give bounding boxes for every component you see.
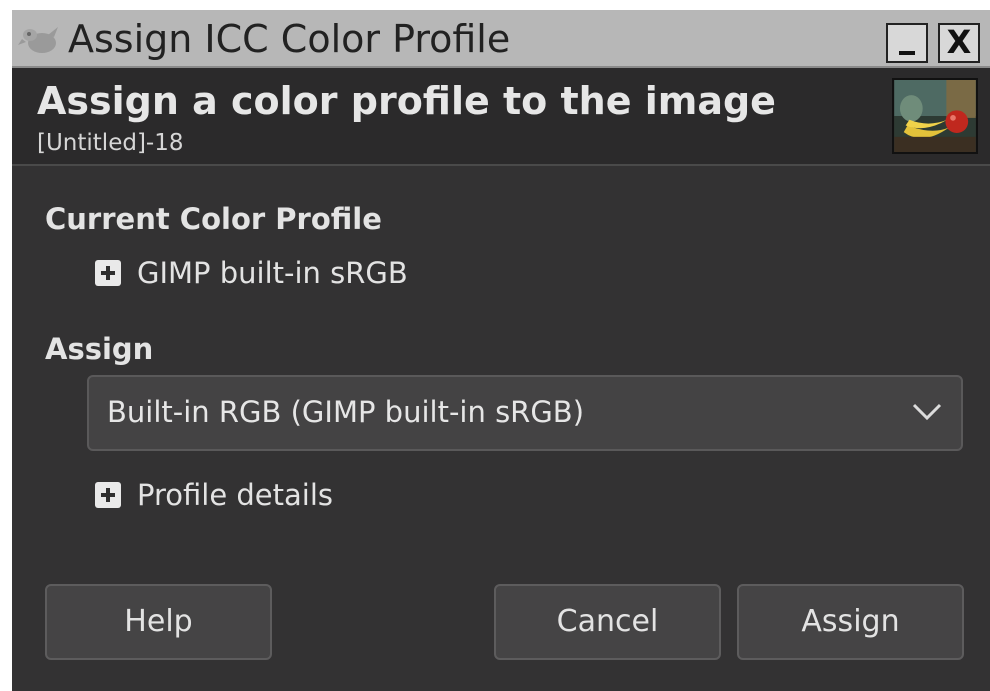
profile-details-label: Profile details — [137, 478, 334, 512]
assign-icc-profile-dialog: Assign ICC Color Profile X Assign a colo… — [12, 10, 990, 691]
profile-select-value: Built-in RGB (GIMP built-in sRGB) — [107, 395, 585, 429]
cancel-button[interactable]: Cancel — [494, 584, 721, 660]
close-button[interactable]: X — [938, 23, 980, 63]
expander-plus-icon — [95, 260, 121, 286]
image-thumbnail — [892, 78, 978, 154]
minimize-icon — [899, 51, 915, 55]
minimize-button[interactable] — [886, 23, 928, 63]
header-title: Assign a color profile to the image — [37, 79, 776, 123]
help-button[interactable]: Help — [45, 584, 272, 660]
chevron-down-icon — [912, 403, 942, 421]
assign-label: Assign — [45, 332, 154, 366]
profile-details-expander[interactable]: Profile details — [95, 478, 333, 512]
current-profile-expander[interactable]: GIMP built-in sRGB — [95, 256, 408, 290]
current-profile-name: GIMP built-in sRGB — [137, 256, 408, 290]
profile-select[interactable]: Built-in RGB (GIMP built-in sRGB) — [87, 375, 963, 451]
dialog-header: Assign a color profile to the image [Unt… — [12, 68, 990, 166]
gimp-wilber-icon — [18, 27, 58, 53]
expander-plus-icon — [95, 482, 121, 508]
window-title: Assign ICC Color Profile — [68, 17, 511, 61]
window-titlebar[interactable]: Assign ICC Color Profile X — [12, 10, 990, 68]
current-profile-label: Current Color Profile — [45, 202, 382, 236]
image-name: [Untitled]-18 — [37, 130, 184, 156]
assign-button[interactable]: Assign — [737, 584, 964, 660]
